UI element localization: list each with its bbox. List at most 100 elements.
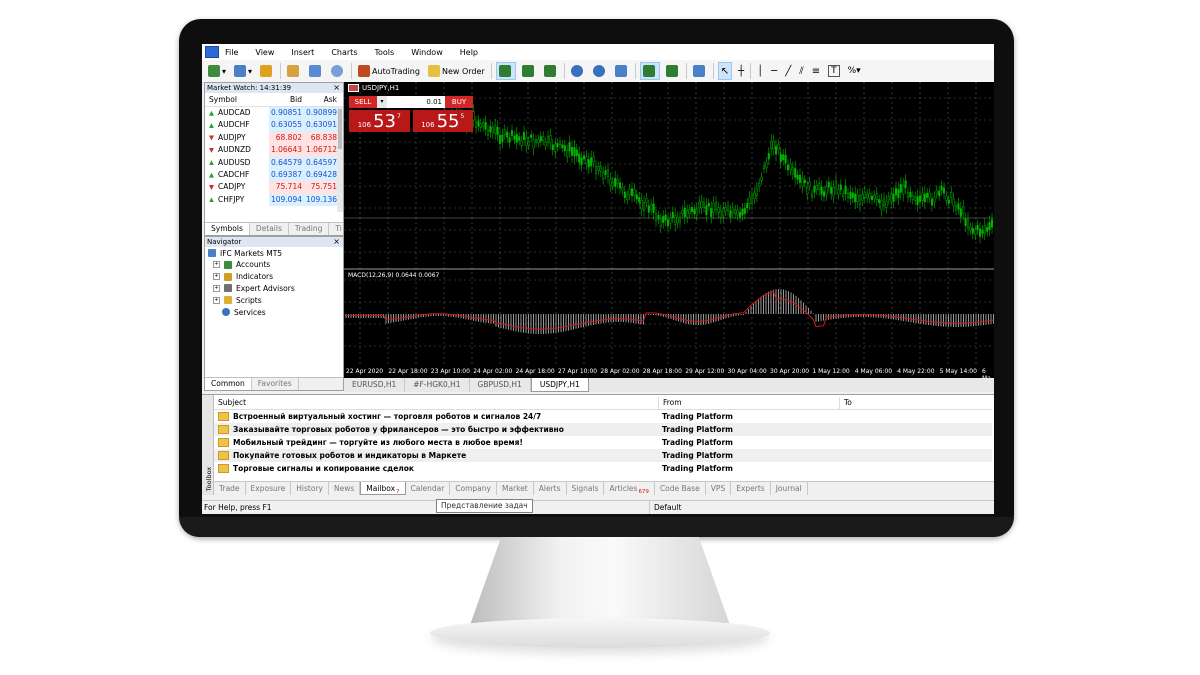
expand-icon[interactable]: + (213, 261, 220, 269)
chart-tab-eurusd[interactable]: EURUSD,H1 (344, 378, 406, 392)
crosshair-button[interactable]: ┼ (736, 63, 746, 79)
candle-chart-button[interactable] (520, 63, 538, 79)
navigator-item-scripts[interactable]: + Scripts (205, 294, 343, 306)
text-button[interactable]: T (826, 63, 842, 79)
lot-size-input[interactable]: 0.01 (387, 96, 445, 108)
tab-journal[interactable]: Journal (771, 482, 808, 495)
tab-trade[interactable]: Trade (214, 482, 246, 495)
column-from[interactable]: From (659, 397, 840, 409)
chart-shift-button[interactable] (664, 63, 682, 79)
tile-windows-button[interactable] (613, 63, 631, 79)
sell-button[interactable]: SELL (349, 96, 377, 108)
market-watch-button[interactable] (258, 63, 276, 79)
horizontal-line-button[interactable]: ─ (769, 63, 779, 79)
tab-calendar[interactable]: Calendar (406, 482, 451, 495)
market-watch-row[interactable]: AUDUSD 0.64579 0.64597 (205, 156, 343, 169)
tab-code-base[interactable]: Code Base (655, 482, 706, 495)
column-to[interactable]: To (840, 397, 992, 409)
tab-trading[interactable]: Trading (289, 223, 330, 235)
tab-details[interactable]: Details (250, 223, 289, 235)
navigator-button[interactable] (285, 63, 303, 79)
tab-vps[interactable]: VPS (706, 482, 732, 495)
mailbox-row[interactable]: Торговые сигналы и копирование сделок Tra… (214, 462, 992, 475)
menu-insert[interactable]: Insert (291, 48, 314, 57)
zoom-in-button[interactable] (569, 63, 587, 79)
tab-news[interactable]: News (329, 482, 361, 495)
tab-company[interactable]: Company (450, 482, 497, 495)
shapes-button[interactable]: %▾ (846, 63, 863, 79)
line-chart-button[interactable] (542, 63, 560, 79)
mailbox-row[interactable]: Покупайте готовых роботов и индикаторы в… (214, 449, 992, 462)
navigator-item-accounts[interactable]: + Accounts (205, 259, 343, 271)
tab-favorites[interactable]: Favorites (252, 378, 299, 390)
autotrading-button[interactable]: AutoTrading (356, 63, 422, 79)
column-symbol[interactable]: Symbol (205, 93, 269, 106)
time-label: 4 May 22:00 (897, 368, 935, 375)
channel-button[interactable]: ⫽ (797, 63, 805, 79)
templates-button[interactable] (691, 63, 709, 79)
mailbox-row[interactable]: Мобильный трейдинг — торгуйте из любого … (214, 436, 992, 449)
zoom-out-button[interactable] (591, 63, 609, 79)
cursor-button[interactable]: ↖ (717, 62, 733, 80)
market-watch-row[interactable]: AUDJPY 68.802 68.838 (205, 131, 343, 145)
sell-price[interactable]: 106 53 7 (349, 110, 410, 132)
menu-help[interactable]: Help (460, 48, 478, 57)
candle-body (652, 203, 655, 213)
menu-window[interactable]: Window (411, 48, 443, 57)
chart-tab-hgk0[interactable]: #F-HGK0,H1 (405, 378, 470, 392)
mailbox-row[interactable]: Заказывайте торговых роботов у фрилансер… (214, 423, 992, 436)
close-icon[interactable]: × (333, 83, 340, 93)
navigator-root[interactable]: IFC Markets MT5 (205, 247, 343, 259)
monitor-chin (179, 517, 1014, 537)
trendline-button[interactable]: ╱ (783, 63, 793, 79)
tab-signals[interactable]: Signals (567, 482, 605, 495)
buy-button[interactable]: BUY (445, 96, 473, 108)
buy-price[interactable]: 106 55 5 (412, 110, 473, 132)
fibonacci-button[interactable]: ≡ (810, 63, 822, 79)
vertical-line-button[interactable]: │ (755, 63, 765, 79)
tab-experts[interactable]: Experts (731, 482, 771, 495)
chart-window[interactable]: USDJPY,H1 SELL ▾ 0.01 BUY 106 53 7 106 55 5 … (344, 82, 994, 378)
market-watch-row[interactable]: AUDNZD 1.06643 1.06712 (205, 144, 343, 157)
market-watch-row[interactable]: CADCHF 0.69387 0.69428 (205, 168, 343, 182)
column-subject[interactable]: Subject (214, 397, 659, 409)
candle-body (863, 191, 866, 198)
chart-tab-usdjpy[interactable]: USDJPY,H1 (530, 378, 589, 392)
tab-symbols[interactable]: Symbols (205, 223, 250, 235)
bar-chart-button[interactable] (495, 62, 516, 80)
menu-view[interactable]: View (255, 48, 274, 57)
column-bid[interactable]: Bid (269, 93, 304, 106)
market-watch-row[interactable]: AUDCAD 0.90851 0.90899 (205, 107, 343, 120)
lot-dropdown-icon[interactable]: ▾ (377, 96, 387, 108)
new-order-button[interactable]: New Order (426, 63, 487, 79)
signal-button[interactable] (329, 63, 347, 79)
close-icon[interactable]: × (333, 237, 340, 247)
market-watch-row[interactable]: CHFJPY 109.094 109.136 (205, 193, 343, 207)
tab-history[interactable]: History (291, 482, 329, 495)
column-ask[interactable]: Ask (304, 93, 339, 106)
market-watch-row[interactable]: CADJPY 75.714 75.751 (205, 181, 343, 194)
tab-articles[interactable]: Articles679 (604, 482, 655, 495)
expand-icon[interactable]: + (213, 284, 220, 292)
expand-icon[interactable]: + (213, 296, 220, 304)
tab-exposure[interactable]: Exposure (246, 482, 292, 495)
chart-tab-gbpusd[interactable]: GBPUSD,H1 (470, 378, 531, 392)
tab-market[interactable]: Market (497, 482, 534, 495)
menu-tools[interactable]: Tools (374, 48, 394, 57)
tab-mailbox[interactable]: Mailbox7 (360, 482, 406, 495)
expand-icon[interactable]: + (213, 273, 220, 281)
navigator-item-indicators[interactable]: + Indicators (205, 271, 343, 283)
tab-alerts[interactable]: Alerts (534, 482, 567, 495)
market-watch-scrollbar[interactable] (337, 106, 343, 212)
toolbox-button[interactable] (307, 63, 325, 79)
menu-charts[interactable]: Charts (331, 48, 357, 57)
navigator-item-expert-advisors[interactable]: + Expert Advisors (205, 283, 343, 295)
tab-common[interactable]: Common (205, 378, 252, 390)
profiles-button[interactable]: ▾ (232, 63, 254, 79)
menu-file[interactable]: File (225, 48, 238, 57)
auto-scroll-button[interactable] (639, 62, 660, 80)
mailbox-row[interactable]: Встроенный виртуальный хостинг — торговл… (214, 410, 992, 423)
navigator-item-services[interactable]: Services (205, 306, 343, 318)
market-watch-row[interactable]: AUDCHF 0.63055 0.63091 (205, 119, 343, 132)
new-chart-button[interactable]: ▾ (206, 63, 228, 79)
